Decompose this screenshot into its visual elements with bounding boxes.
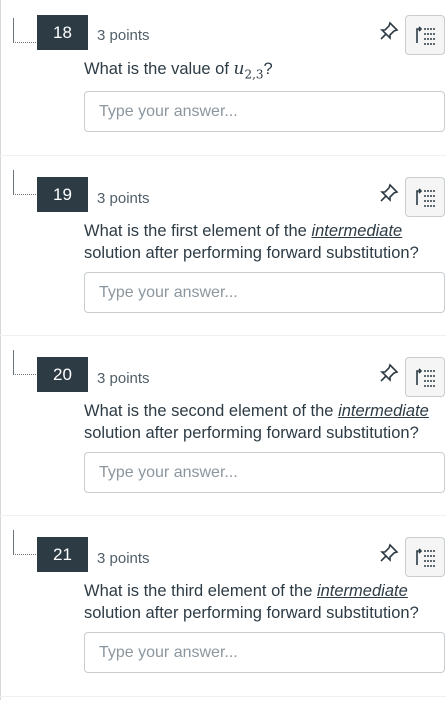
- question-text: What is the first element of the interme…: [84, 220, 444, 264]
- divider: [0, 155, 446, 156]
- question-number: 18: [37, 15, 88, 50]
- list-icon-button[interactable]: [405, 15, 445, 55]
- question-text-line2: solution after performing forward substi…: [84, 424, 419, 442]
- pin-icon[interactable]: [378, 20, 400, 42]
- answer-input[interactable]: [84, 632, 445, 673]
- divider: [0, 515, 446, 516]
- question-text-emphasis: intermediate: [338, 402, 429, 420]
- question-18: 18 3 points What is the value of u2,3?: [0, 0, 446, 180]
- question-text-line2: solution after performing forward substi…: [84, 604, 419, 622]
- pin-icon[interactable]: [378, 182, 400, 204]
- pin-icon[interactable]: [378, 542, 400, 564]
- question-number: 20: [37, 357, 88, 392]
- question-text-prefix: What is the value of: [84, 60, 234, 78]
- question-text: What is the second element of the interm…: [84, 400, 444, 444]
- question-21: 21 3 points What is the third element of…: [0, 522, 446, 702]
- list-icon: [416, 188, 436, 207]
- list-icon-button[interactable]: [405, 537, 445, 577]
- question-number: 21: [37, 537, 88, 572]
- question-points: 3 points: [97, 550, 150, 567]
- question-text: What is the value of u2,3?: [84, 58, 444, 85]
- pin-icon[interactable]: [378, 362, 400, 384]
- list-icon: [416, 548, 436, 567]
- bracket-decoration: [13, 18, 36, 43]
- list-icon: [416, 26, 436, 45]
- math-expression: u2,3: [233, 59, 264, 82]
- question-20: 20 3 points What is the second element o…: [0, 342, 446, 522]
- list-icon-button[interactable]: [405, 357, 445, 397]
- question-19: 19 3 points What is the first element of…: [0, 162, 446, 342]
- answer-input[interactable]: [84, 452, 445, 493]
- question-text-line1: What is the first element of the: [84, 222, 312, 240]
- question-points: 3 points: [97, 27, 150, 44]
- question-text-emphasis: intermediate: [311, 222, 403, 240]
- question-points: 3 points: [97, 370, 150, 387]
- question-text-line1: What is the second element of the: [84, 402, 339, 420]
- bracket-decoration: [13, 170, 36, 195]
- question-text-suffix: ?: [263, 60, 273, 78]
- math-var: u: [233, 59, 245, 79]
- question-text-emphasis: intermediate: [316, 582, 408, 600]
- list-icon: [416, 368, 436, 387]
- math-sub: 2,3: [244, 67, 264, 82]
- divider: [0, 335, 446, 336]
- question-points: 3 points: [97, 190, 150, 207]
- question-text-line1: What is the third element of the: [84, 582, 317, 600]
- question-number: 19: [37, 177, 88, 212]
- list-icon-button[interactable]: [405, 177, 445, 217]
- bracket-decoration: [13, 530, 36, 555]
- divider: [0, 696, 446, 697]
- answer-input[interactable]: [84, 91, 445, 132]
- answer-input[interactable]: [84, 272, 445, 313]
- bracket-decoration: [13, 350, 36, 375]
- question-text-line2: solution after performing forward substi…: [84, 244, 419, 262]
- question-text: What is the third element of the interme…: [84, 580, 444, 624]
